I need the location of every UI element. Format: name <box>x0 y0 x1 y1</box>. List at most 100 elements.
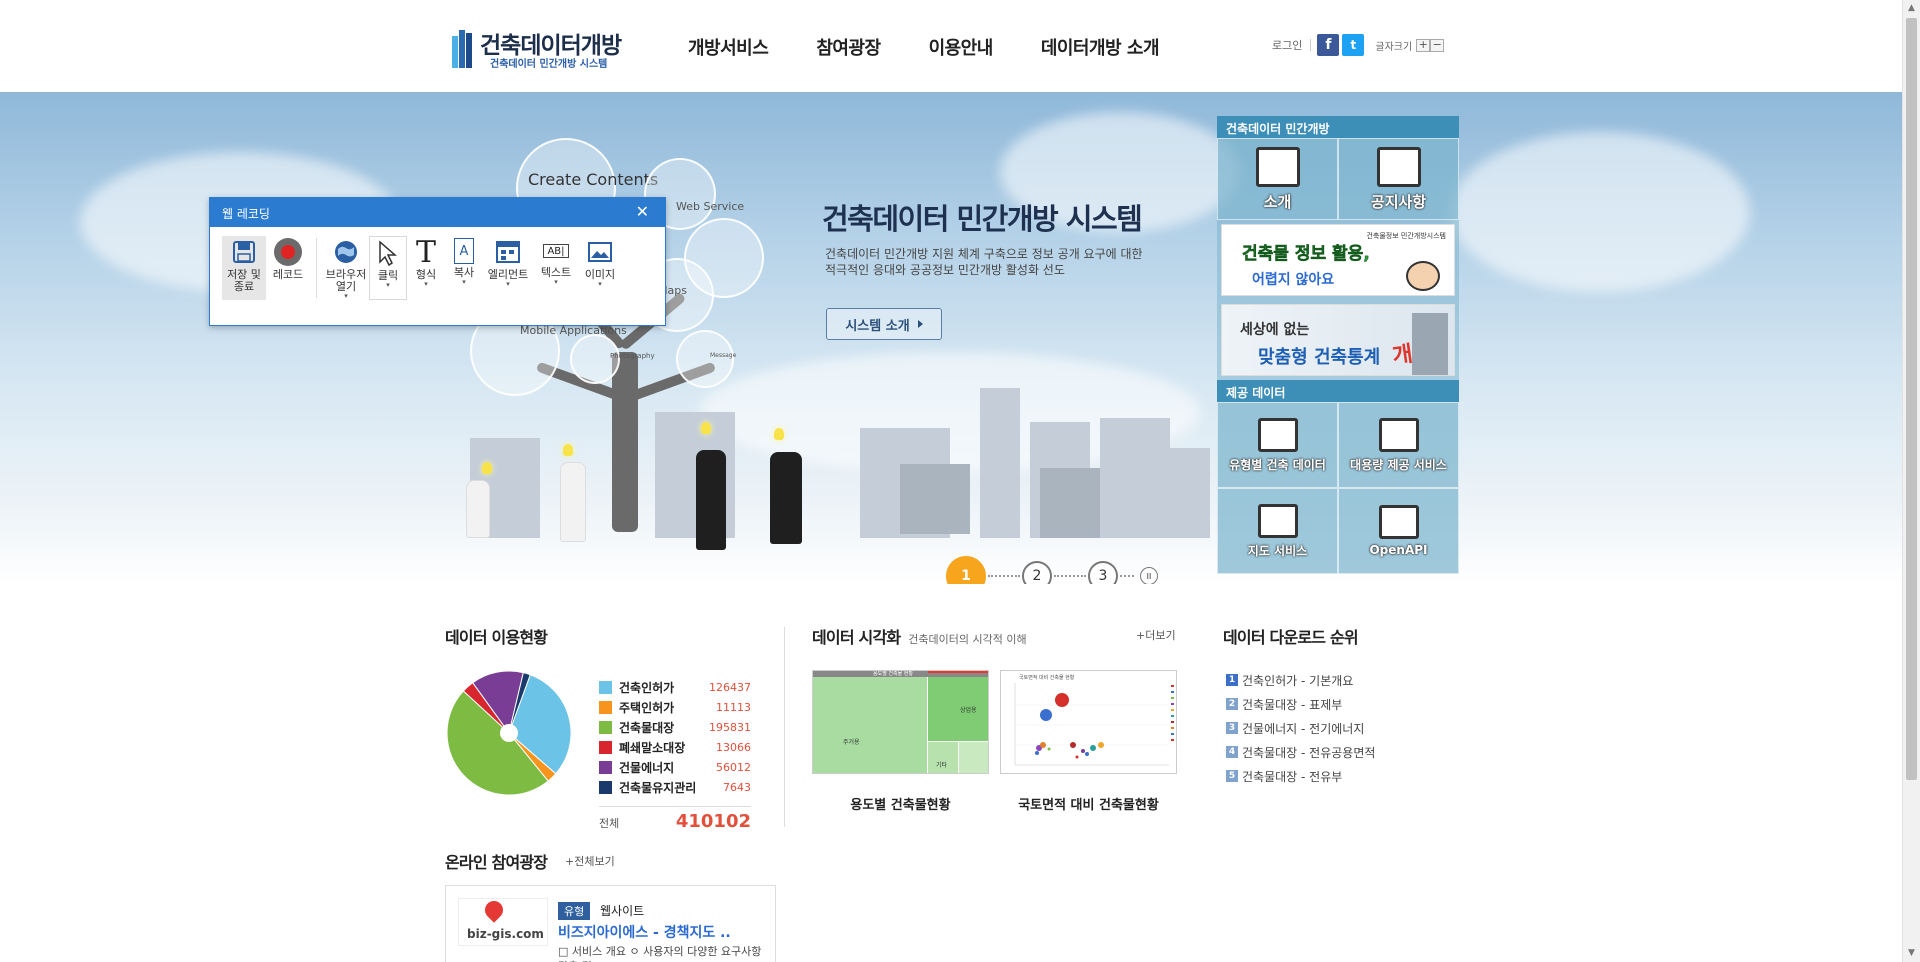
legend-row: 건축물대장 195831 <box>599 717 751 737</box>
copy-action-button[interactable]: A 복사 ▾ <box>445 236 483 300</box>
slide-pause-button[interactable]: II <box>1140 567 1158 584</box>
format-action-button[interactable]: T 형식 ▾ <box>407 234 445 300</box>
character-illustration <box>1406 261 1440 291</box>
slide-page-2[interactable]: 2 <box>1022 561 1052 584</box>
scroll-thumb[interactable] <box>1906 18 1917 780</box>
viz-more-link[interactable]: +더보기 <box>1136 627 1176 643</box>
legend-row: 폐쇄말소대장 13066 <box>599 737 751 757</box>
map-pin-icon <box>481 897 507 923</box>
nav-about[interactable]: 데이터개방 소개 <box>1041 34 1160 60</box>
banner-line: 세상에 없는 <box>1240 322 1310 338</box>
rank-item[interactable]: 3 건물에너지 - 전기에너지 <box>1226 716 1375 740</box>
tile-data-by-type[interactable]: 유형별 건축 데이터 <box>1217 402 1338 488</box>
notice-icon <box>1376 146 1421 187</box>
slide-page-1[interactable]: 1 <box>946 556 986 584</box>
online-view-all-link[interactable]: +전체보기 <box>565 853 615 869</box>
rank-label: 건축물대장 - 표제부 <box>1242 697 1343 712</box>
viz-caption: 국토면적 대비 건축물현황 <box>1018 798 1159 813</box>
bubble-label: Create Contents <box>528 170 659 189</box>
logo-mark-icon <box>452 30 472 68</box>
participation-title-link[interactable]: 비즈지아이에스 - 경책지도 .. <box>558 922 731 942</box>
click-action-button[interactable]: 클릭 ▾ <box>369 236 407 300</box>
tile-openapi[interactable]: OpenAPI <box>1338 488 1459 574</box>
tile-label: 공지사항 <box>1370 192 1427 211</box>
system-intro-button[interactable]: 시스템 소개 <box>826 308 942 340</box>
slide-pager: 1 2 3 II <box>946 556 1158 584</box>
lightbulb-icon <box>563 444 573 456</box>
scroll-down-icon[interactable]: ▼ <box>1903 945 1920 962</box>
font-size-increase-button[interactable]: + <box>1416 38 1431 52</box>
slide-page-3[interactable]: 3 <box>1088 561 1118 584</box>
text-action-button[interactable]: AB| 텍스트 ▾ <box>533 236 579 300</box>
hero-description: 건축데이터 민간개방 지원 체계 구축으로 정보 공개 요구에 대한 적극적인 … <box>825 247 1143 277</box>
thumb-accent <box>928 671 988 673</box>
banner-data-usage[interactable]: 건축물정보 민간개방시스템 건축물 정보 활용, 어렵지 않아요 <box>1221 224 1455 296</box>
rank-item[interactable]: 4 건축물대장 - 전유공용면적 <box>1226 740 1375 764</box>
rank-label: 건축물대장 - 전유부 <box>1242 769 1343 784</box>
nav-guide[interactable]: 이용안내 <box>929 34 994 60</box>
rank-label: 건물에너지 - 전기에너지 <box>1242 721 1365 736</box>
legend-swatch <box>599 780 612 794</box>
tile-label: 소개 <box>1263 192 1292 211</box>
nav-participation[interactable]: 참여광장 <box>816 34 881 60</box>
legend-label: 건축인허가 <box>619 680 675 695</box>
building-shape <box>1150 448 1210 538</box>
open-browser-button[interactable]: 브라우저 열기 ▾ <box>323 236 369 300</box>
legend-swatch <box>599 740 612 754</box>
rank-item[interactable]: 1 건축인허가 - 기본개요 <box>1226 668 1375 692</box>
site-logo[interactable]: 건축데이터개방 건축데이터 민간개방 시스템 <box>452 26 632 72</box>
viz-card-area-scatter[interactable]: 국토면적 대비 건축물 현황 <box>1000 670 1177 774</box>
rank-number: 2 <box>1226 698 1238 710</box>
nav-open-service[interactable]: 개방서비스 <box>688 34 769 60</box>
twitter-icon[interactable]: t <box>1342 34 1365 56</box>
image-action-button[interactable]: 이미지 ▾ <box>579 236 621 300</box>
font-size-decrease-button[interactable]: − <box>1430 38 1445 52</box>
text-format-icon: T <box>415 234 436 270</box>
tile-notice[interactable]: 공지사항 <box>1338 138 1459 220</box>
treemap-label: 기타 <box>936 762 948 769</box>
rank-item[interactable]: 5 건축물대장 - 전유부 <box>1226 764 1375 788</box>
image-icon <box>586 238 614 266</box>
rank-number: 4 <box>1226 746 1238 758</box>
login-link[interactable]: 로그인 <box>1272 37 1302 53</box>
total-value: 410102 <box>675 811 751 832</box>
tool-label: 저장 및 종료 <box>227 268 261 293</box>
lightbulb-icon <box>701 422 711 434</box>
bubble-shape <box>676 330 734 388</box>
tile-label: 대용량 제공 서비스 <box>1350 457 1447 472</box>
chevron-down-icon: ▾ <box>598 280 602 288</box>
online-participation-card[interactable]: biz-gis.com 유형 웹사이트 비즈지아이에스 - 경책지도 .. □ … <box>445 885 776 962</box>
tile-bulk-service[interactable]: 대용량 제공 서비스 <box>1338 402 1459 488</box>
tile-map-service[interactable]: 지도 서비스 <box>1217 488 1338 574</box>
rank-section-title: 데이터 다운로드 순위 <box>1223 628 1359 647</box>
legend-value: 126437 <box>709 680 751 694</box>
vertical-scrollbar[interactable]: ▲ ▼ <box>1902 0 1920 962</box>
record-button[interactable]: 레코드 <box>266 236 310 300</box>
banner-line: 맞춤형 건축통계 <box>1258 347 1381 368</box>
viz-card-usage-treemap[interactable]: 용도별 건축물 현황 주거용 상업용 기타 <box>812 670 989 774</box>
hero-visual: Create Contents Web Service Maps Mobile … <box>0 92 1902 584</box>
usage-total: 전체 410102 <box>599 806 751 832</box>
scroll-up-icon[interactable]: ▲ <box>1903 0 1920 17</box>
viz-title: 데이터 시각화 <box>812 628 901 647</box>
facebook-icon[interactable]: f <box>1317 34 1340 56</box>
participation-description: □ 서비스 개요 ㅇ 사용자의 다양한 요구사항 맞춤 및 ... <box>558 945 762 962</box>
element-action-button[interactable]: 엘리먼트 ▾ <box>483 236 533 300</box>
save-and-exit-button[interactable]: 저장 및 종료 <box>222 236 266 300</box>
banner-custom-stats[interactable]: 세상에 없는 맞춤형 건축통계 개시! <box>1221 304 1455 376</box>
save-icon <box>230 238 258 266</box>
bubble-label: Photography <box>610 352 655 360</box>
treemap-block <box>959 742 988 773</box>
close-icon[interactable]: ✕ <box>636 202 649 221</box>
font-size-control: 글자크기 + − <box>1375 38 1445 53</box>
text-field-icon: AB| <box>543 244 569 258</box>
banner-line: 어렵지 않아요 <box>1252 272 1335 288</box>
legend-row: 건축물유지관리 7643 <box>599 777 751 797</box>
tile-intro[interactable]: 소개 <box>1217 138 1338 220</box>
tile-label: OpenAPI <box>1369 543 1428 557</box>
divider <box>316 238 317 298</box>
partner-logo: biz-gis.com <box>458 897 548 946</box>
treemap-block: 상업용 <box>928 677 988 741</box>
rank-item[interactable]: 2 건축물대장 - 표제부 <box>1226 692 1375 716</box>
rank-number: 3 <box>1226 722 1238 734</box>
